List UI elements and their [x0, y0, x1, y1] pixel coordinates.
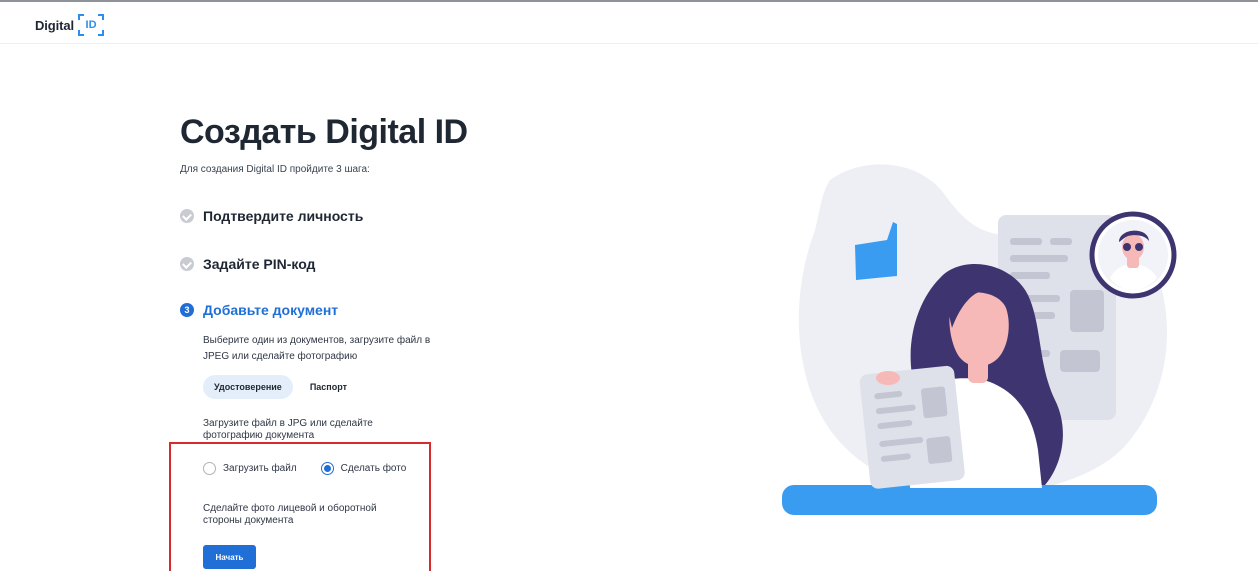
logo-text: Digital [35, 17, 75, 33]
step-confirm-identity: Подтвердите личность [180, 208, 363, 224]
step-add-document: 3 Добавьте документ [180, 302, 338, 318]
tab-passport[interactable]: Паспорт [299, 375, 358, 399]
radio-checked-icon[interactable] [320, 462, 334, 475]
radio-label: Загрузить файл [223, 463, 297, 474]
photo-hint: Сделайте фото лицевой и оборотной сторон… [203, 503, 377, 526]
logo[interactable]: Digital ID [35, 14, 105, 36]
radio-upload-file[interactable]: Загрузить файл [203, 462, 297, 475]
held-document [859, 365, 965, 489]
upload-method-radio-group: Загрузить файл Сделать фото [203, 462, 430, 475]
step-label: Добавьте документ [203, 302, 339, 318]
step-number-icon: 3 [180, 303, 194, 317]
upload-hint: Загрузите файл в JPG или сделайте фотогр… [203, 418, 373, 441]
step-label: Задайте PIN-код [203, 256, 316, 272]
document-step-description: Выберите один из документов, загрузите ф… [203, 335, 431, 362]
tab-id-card[interactable]: Удостоверение [203, 375, 293, 399]
radio-unchecked-icon[interactable] [203, 462, 216, 475]
page-subtitle: Для создания Digital ID пройдите 3 шага: [180, 164, 370, 175]
logo-badge-text: ID [85, 19, 97, 31]
step-set-pin: Задайте PIN-код [180, 256, 315, 272]
radio-take-photo[interactable]: Сделать фото [320, 462, 407, 475]
start-button[interactable]: Начать [203, 545, 256, 569]
check-circle-icon [180, 209, 194, 223]
radio-label: Сделать фото [340, 463, 407, 474]
desk [782, 485, 1157, 515]
page-title: Создать Digital ID [180, 113, 468, 151]
step-label: Подтвердите личность [203, 208, 364, 224]
woman-holding-document-illustration [782, 164, 1177, 515]
header: Digital ID [0, 2, 1258, 44]
document-type-tabs: Удостоверение Паспорт [203, 375, 364, 399]
logo-id-badge: ID [78, 14, 105, 36]
check-circle-icon [180, 257, 194, 271]
